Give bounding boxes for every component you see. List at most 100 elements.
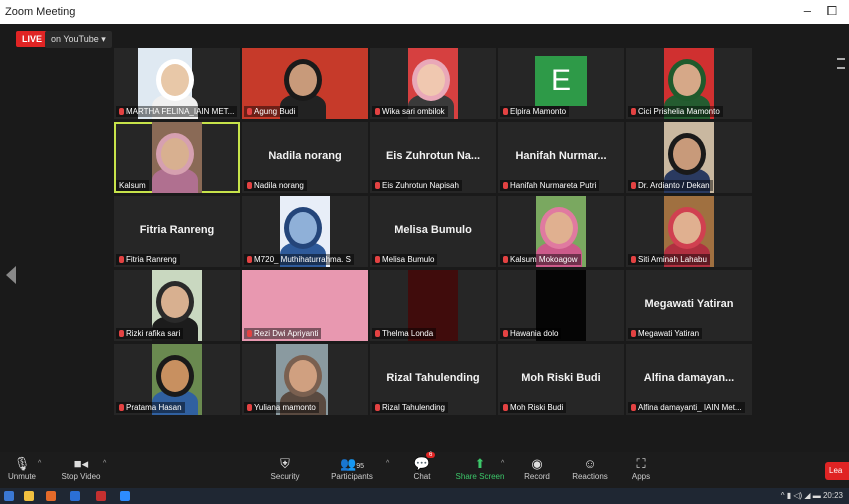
muted-mic-icon [119, 256, 124, 263]
record-button[interactable]: ◉ Record [507, 455, 567, 481]
unmute-label: Unmute [7, 472, 36, 481]
zoom-icon[interactable] [120, 491, 130, 501]
participant-display-name: Hanifah Nurmar... [515, 150, 607, 162]
audio-options-caret-icon[interactable]: ^ [38, 460, 41, 467]
participant-name: Kalsum Mokoagow [510, 255, 578, 264]
participant-tile[interactable]: Agung Budi [242, 48, 368, 119]
muted-mic-icon [247, 330, 252, 337]
participant-name: MARTHA FELINA_IAIN MET... [126, 107, 235, 116]
live-badge[interactable]: LIVE [16, 31, 49, 47]
participant-name-label: Nadila norang [244, 180, 307, 191]
participants-caret-icon[interactable]: ^ [386, 460, 389, 467]
participant-name-label: MARTHA FELINA_IAIN MET... [116, 106, 238, 117]
participant-name-label: Megawati Yatiran [628, 328, 703, 339]
muted-mic-icon [631, 404, 636, 411]
menu-icon[interactable] [837, 58, 845, 69]
muted-mic-icon [375, 256, 380, 263]
participant-name: Yuliana mamonto [254, 403, 316, 412]
participant-tile[interactable]: Wika sari ombilok [370, 48, 496, 119]
participant-tile[interactable]: Melisa Bumulo Melisa Bumulo [370, 196, 496, 267]
participant-tile[interactable]: Dr. Ardianto / Dekan [626, 122, 752, 193]
share-screen-label: Share Screen [455, 472, 505, 481]
participant-tile[interactable]: Hawania dolo [498, 270, 624, 341]
stop-video-button[interactable]: ■◂ Stop Video [51, 455, 111, 481]
participant-tile[interactable]: Rizal Tahulending Rizal Tahulending [370, 344, 496, 415]
participant-name-label: Hanifah Nurmareta Putri [500, 180, 600, 191]
participant-tile[interactable]: Yuliana mamonto [242, 344, 368, 415]
muted-mic-icon [375, 330, 380, 337]
minimize-button[interactable]: – [804, 3, 811, 18]
participant-display-name: Nadila norang [268, 150, 342, 162]
system-tray[interactable]: ^ ▮ ◁) ◢ ▬ 20:23 [781, 491, 843, 500]
participant-name: Hanifah Nurmareta Putri [510, 181, 597, 190]
participant-name-label: Dr. Ardianto / Dekan [628, 180, 713, 191]
participant-display-name: Melisa Bumulo [394, 224, 472, 236]
participant-tile[interactable]: Megawati Yatiran Megawati Yatiran [626, 270, 752, 341]
participant-tile[interactable]: Rizki rafika sari [114, 270, 240, 341]
participant-tile[interactable]: Rezi Dwi Apriyanti [242, 270, 368, 341]
participant-name: Rezi Dwi Apriyanti [254, 329, 319, 338]
security-button[interactable]: ⛨ Security [255, 455, 315, 481]
muted-mic-icon [119, 404, 124, 411]
participant-name: Pratama Hasan [126, 403, 182, 412]
word-icon[interactable] [70, 491, 80, 501]
participant-display-name: Fitria Ranreng [139, 224, 215, 236]
participant-name-label: Rizki rafika sari [116, 328, 184, 339]
video-options-caret-icon[interactable]: ^ [103, 460, 106, 467]
participants-button[interactable]: 👥95 Participants [322, 455, 382, 481]
apps-button[interactable]: ⛶ Apps [611, 455, 671, 481]
participant-name: Megawati Yatiran [638, 329, 700, 338]
participant-tile[interactable]: Moh Riski Budi Moh Riski Budi [498, 344, 624, 415]
record-label: Record [524, 472, 550, 481]
leave-button[interactable]: Lea [825, 462, 849, 480]
window-title: Zoom Meeting [5, 6, 76, 18]
participant-tile[interactable]: Thelma Londa [370, 270, 496, 341]
participant-tile[interactable]: Nadila norang Nadila norang [242, 122, 368, 193]
apps-icon: ⛶ [636, 456, 646, 471]
app-icon[interactable] [96, 491, 106, 501]
stop-video-label: Stop Video [61, 472, 101, 481]
muted-mic-icon [631, 108, 636, 115]
muted-mic-icon [375, 404, 380, 411]
chat-button[interactable]: 💬 6 Chat [392, 452, 452, 481]
muted-mic-icon [247, 256, 252, 263]
previous-page-arrow-icon[interactable] [6, 266, 16, 284]
participant-tile[interactable]: E Elpira Mamonto [498, 48, 624, 119]
muted-mic-icon [119, 330, 124, 337]
participant-tile[interactable]: Fitria Ranreng Fitria Ranreng [114, 196, 240, 267]
youtube-stream-dropdown[interactable]: on YouTube ▾ [45, 31, 112, 48]
participant-tile[interactable]: MARTHA FELINA_IAIN MET... [114, 48, 240, 119]
security-label: Security [270, 472, 300, 481]
maximize-button[interactable]: ⧠ [827, 3, 837, 19]
participant-name-label: Alfina damayanti_ IAIN Met... [628, 402, 745, 413]
participant-name-label: Agung Budi [244, 106, 299, 117]
participant-name-label: Pratama Hasan [116, 402, 185, 413]
file-explorer-icon[interactable] [24, 491, 34, 501]
participant-name: Kalsum [119, 181, 146, 190]
participant-name: Hawania dolo [510, 329, 559, 338]
browser-icon[interactable] [46, 491, 56, 501]
unmute-button[interactable]: 🎙 Unmute [0, 455, 52, 481]
participant-tile[interactable]: Eis Zuhrotun Na... Eis Zuhrotun Napisah [370, 122, 496, 193]
participant-tile[interactable]: M720_ Muthihaturrahma. S [242, 196, 368, 267]
participant-display-name: Moh Riski Budi [521, 372, 601, 384]
participant-name: Rizki rafika sari [126, 329, 181, 338]
participant-name: Thelma Londa [382, 329, 434, 338]
meeting-toolbar: 🎙 Unmute ^ ■◂ Stop Video ^ ⛨ Security 👥9… [0, 452, 849, 488]
participant-tile[interactable]: Pratama Hasan [114, 344, 240, 415]
participant-tile[interactable]: Kalsum [114, 122, 240, 193]
participant-name: Rizal Tahulending [382, 403, 446, 412]
start-icon[interactable] [4, 491, 14, 501]
participant-name-label: M720_ Muthihaturrahma. S [244, 254, 354, 265]
participant-tile[interactable]: Cici Prishelia Mamonto [626, 48, 752, 119]
muted-mic-icon [119, 108, 124, 115]
participant-tile[interactable]: Hanifah Nurmar... Hanifah Nurmareta Putri [498, 122, 624, 193]
participant-tile[interactable]: Siti Aminah Lahabu [626, 196, 752, 267]
muted-mic-icon [375, 108, 380, 115]
share-options-caret-icon[interactable]: ^ [501, 460, 504, 467]
share-screen-button[interactable]: ⬆ Share Screen [450, 455, 510, 481]
muted-mic-icon [631, 330, 636, 337]
participant-tile[interactable]: Alfina damayan... Alfina damayanti_ IAIN … [626, 344, 752, 415]
participant-tile[interactable]: Kalsum Mokoagow [498, 196, 624, 267]
participant-name-label: Melisa Bumulo [372, 254, 438, 265]
